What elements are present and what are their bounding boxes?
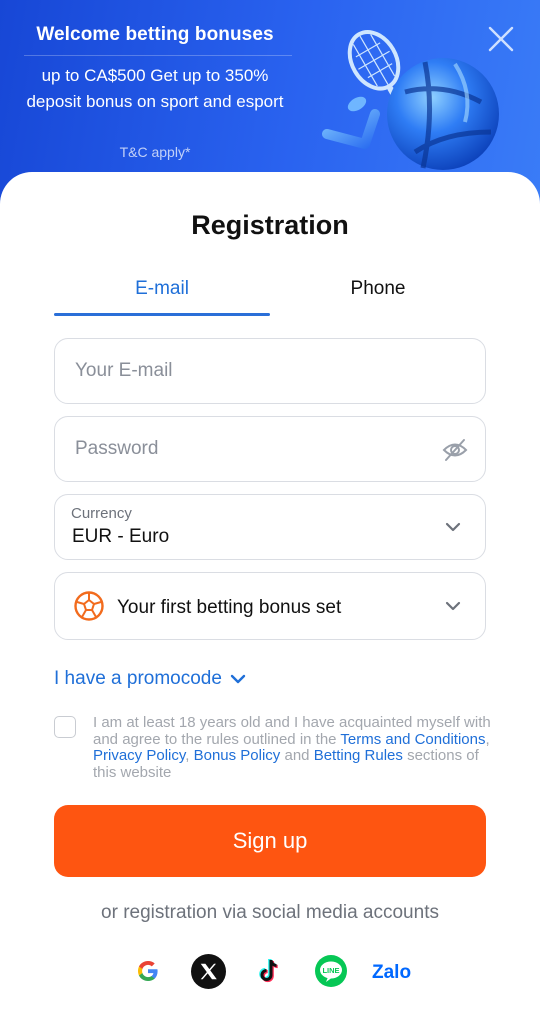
banner-subtitle: up to CA$500 Get up to 350% deposit bonu… [26,66,284,111]
currency-label: Currency [71,505,132,522]
banner-terms-note[interactable]: T&C apply* [0,144,310,160]
promocode-toggle[interactable]: I have a promocode [54,668,246,690]
terms-sep: , [185,747,194,764]
bonus-policy-link[interactable]: Bonus Policy [194,747,281,764]
page-title: Registration [191,210,349,240]
email-input[interactable] [75,339,415,403]
line-icon[interactable]: LINE [314,954,348,988]
sports-ball-illustration [322,30,499,170]
email-field-wrapper [54,338,486,404]
chevron-down-icon [230,674,246,684]
bonus-select[interactable]: Your first betting bonus set [54,572,486,640]
soccer-ball-icon [74,591,104,621]
promocode-label: I have a promocode [54,668,222,689]
terms-sep: , [485,730,490,748]
chevron-down-icon [445,522,461,532]
zalo-icon-text: Zalo [372,962,411,983]
social-caption: or registration via social media account… [101,902,439,923]
tab-email[interactable]: E-mail [54,278,270,318]
active-tab-indicator [54,313,270,316]
privacy-link[interactable]: Privacy Policy [93,747,185,764]
terms-text: I am at least 18 years old and I have ac… [93,714,493,781]
terms-and: and [280,747,314,764]
google-icon[interactable] [136,959,160,983]
currency-select[interactable]: Currency EUR - Euro [54,494,486,560]
currency-value: EUR - Euro [72,526,170,547]
terms-checkbox[interactable] [54,716,76,738]
eye-off-icon[interactable] [441,437,469,463]
zalo-icon[interactable]: Zalo [372,958,414,984]
password-field-wrapper [54,416,486,482]
banner-divider [24,55,292,56]
tiktok-icon[interactable] [256,957,282,985]
terms-link[interactable]: Terms and Conditions [340,731,485,748]
signup-button[interactable]: Sign up [54,805,486,877]
close-icon[interactable] [484,22,518,56]
betting-rules-link[interactable]: Betting Rules [314,747,403,764]
line-icon-text: LINE [322,966,339,975]
bonus-label: Your first betting bonus set [117,597,342,618]
x-icon[interactable] [191,954,226,989]
chevron-down-icon [445,601,461,611]
tab-phone[interactable]: Phone [270,278,486,318]
banner-title: Welcome betting bonuses [36,24,274,45]
password-input[interactable] [75,417,415,481]
